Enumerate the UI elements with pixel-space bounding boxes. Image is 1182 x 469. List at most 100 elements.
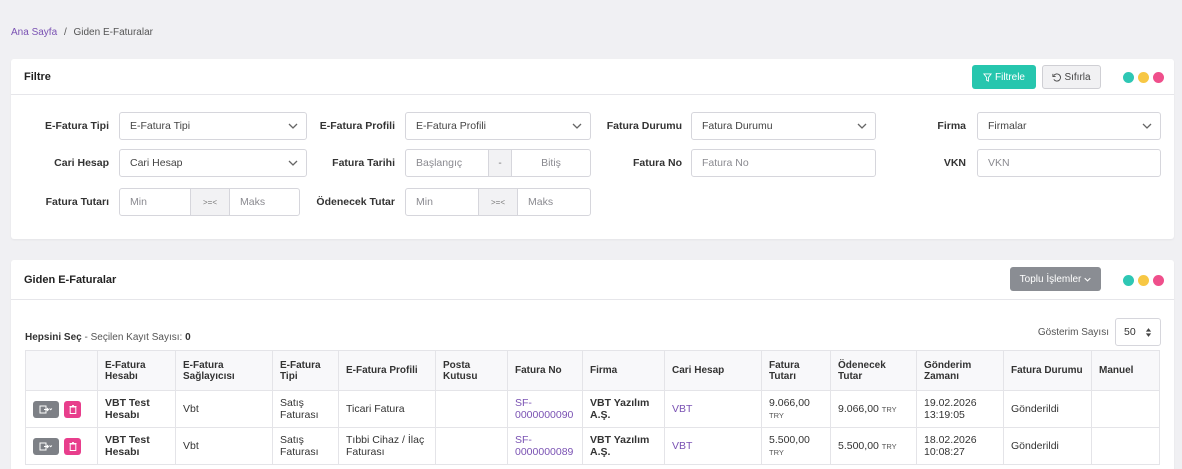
select-all-bar: Hepsini Seç - Seçilen Kayıt Sayısı: 0 — [25, 332, 191, 343]
breadcrumb: Ana Sayfa / Giden E-Faturalar — [11, 27, 153, 38]
currency: TRY — [769, 448, 784, 457]
cari-hesap-label: Cari Hesap — [54, 157, 109, 169]
fatura-tarihi-range: Başlangıç - Bitiş — [405, 149, 591, 177]
odenecek-tutar-label: Ödenecek Tutar — [316, 196, 395, 208]
cell-company: VBT Yazılım A.Ş. — [582, 427, 665, 465]
cell-manual — [1091, 390, 1160, 428]
breadcrumb-separator: / — [63, 27, 67, 38]
cell-invoice-no[interactable]: SF-0000000090 — [507, 390, 583, 428]
export-button[interactable] — [33, 400, 59, 418]
invoice-list-header: Giden E-Faturalar Toplu İşlemler — [11, 260, 1174, 300]
invoice-list-title: Giden E-Faturalar — [24, 273, 117, 286]
chevron-down-icon — [1142, 123, 1152, 129]
breadcrumb-current: Giden E-Faturalar — [73, 27, 153, 38]
odenecek-tutar-max-input[interactable]: Maks — [518, 189, 590, 215]
delete-button[interactable] — [64, 437, 81, 455]
column-header[interactable]: Gönderim Zamanı — [916, 350, 1004, 391]
payable-value: 5.500,00 — [838, 440, 879, 452]
chevron-down-icon — [1084, 277, 1092, 282]
cell-invoice-no[interactable]: SF-0000000089 — [507, 427, 583, 465]
cell-provider: Vbt — [175, 390, 273, 428]
odenecek-tutar-separator: >=< — [478, 189, 518, 215]
filter-card-header: Filtre Filtrele Sıfırla — [11, 59, 1174, 95]
chevron-down-icon — [288, 123, 298, 129]
fatura-no-input[interactable]: Fatura No — [691, 149, 876, 177]
firma-select[interactable]: Firmalar — [977, 112, 1161, 140]
fatura-tarihi-end-input[interactable]: Bitiş — [512, 150, 590, 176]
column-header[interactable]: E-Fatura Tipi — [272, 350, 339, 391]
window-controls — [1123, 72, 1164, 83]
table-row[interactable]: VBT Test Hesabı Vbt Satış Faturası Tıbbi… — [25, 427, 1160, 465]
column-header[interactable]: Manuel — [1091, 350, 1160, 391]
delete-button[interactable] — [64, 400, 81, 418]
cari-hesap-select[interactable]: Cari Hesap — [119, 149, 307, 177]
column-header[interactable]: E-Fatura Sağlayıcısı — [175, 350, 273, 391]
reset-button[interactable]: Sıfırla — [1042, 65, 1101, 89]
column-header[interactable]: Posta Kutusu — [435, 350, 508, 391]
odenecek-tutar-min-input[interactable]: Min — [406, 189, 478, 215]
cell-amount: 5.500,00 TRY — [761, 427, 831, 465]
bulk-actions-button[interactable]: Toplu İşlemler — [1010, 267, 1101, 291]
cell-payable: 9.066,00 TRY — [830, 390, 917, 428]
pink-dot[interactable] — [1153, 72, 1164, 83]
reset-icon — [1052, 73, 1062, 81]
display-count-value: 50 — [1124, 326, 1136, 338]
column-header[interactable]: E-Fatura Profili — [338, 350, 436, 391]
filter-card-title: Filtre — [24, 70, 51, 83]
cell-account-link[interactable]: VBT — [664, 427, 762, 465]
column-header[interactable]: E-Fatura Hesabı — [97, 350, 176, 391]
filter-icon — [982, 72, 992, 82]
teal-dot[interactable] — [1123, 275, 1134, 286]
chevron-down-icon — [857, 123, 867, 129]
export-button[interactable] — [33, 437, 59, 455]
cell-profile: Tıbbi Cihaz / İlaç Faturası — [338, 427, 436, 465]
fatura-no-label: Fatura No — [632, 157, 682, 169]
fatura-durumu-value: Fatura Durumu — [702, 120, 773, 132]
cell-status: Gönderildi — [1003, 427, 1092, 465]
fatura-tutari-max-input[interactable]: Maks — [230, 189, 299, 215]
row-actions — [25, 390, 98, 428]
column-header[interactable]: Fatura Durumu — [1003, 350, 1092, 391]
teal-dot[interactable] — [1123, 72, 1134, 83]
fatura-tarihi-start-input[interactable]: Başlangıç — [406, 150, 488, 176]
fatura-tutari-min-input[interactable]: Min — [120, 189, 190, 215]
cell-amount: 9.066,00 TRY — [761, 390, 831, 428]
efatura-profili-select[interactable]: E-Fatura Profili — [405, 112, 591, 140]
vkn-input[interactable]: VKN — [977, 149, 1161, 177]
column-header[interactable]: Fatura Tutarı — [761, 350, 831, 391]
cell-account-link[interactable]: VBT — [664, 390, 762, 428]
cell-mailbox — [435, 390, 508, 428]
cell-mailbox — [435, 427, 508, 465]
column-header[interactable]: Ödenecek Tutar — [830, 350, 917, 391]
table-row[interactable]: VBT Test Hesabı Vbt Satış Faturası Ticar… — [25, 390, 1160, 428]
fatura-durumu-select[interactable]: Fatura Durumu — [691, 112, 876, 140]
cell-status: Gönderildi — [1003, 390, 1092, 428]
efatura-tipi-select[interactable]: E-Fatura Tipi — [119, 112, 307, 140]
filter-card: Filtre Filtrele Sıfırla E-Fatura Tipi E-… — [11, 59, 1174, 239]
yellow-dot[interactable] — [1138, 275, 1149, 286]
amount-value: 5.500,00 — [769, 434, 810, 446]
cell-manual — [1091, 427, 1160, 465]
yellow-dot[interactable] — [1138, 72, 1149, 83]
cell-sent-time: 19.02.2026 13:19:05 — [916, 390, 1004, 428]
display-count-select[interactable]: 50 — [1115, 318, 1161, 346]
cell-type: Satış Faturası — [272, 427, 339, 465]
filter-button[interactable]: Filtrele — [972, 65, 1036, 89]
export-icon — [39, 405, 53, 413]
currency: TRY — [769, 411, 784, 420]
breadcrumb-home-link[interactable]: Ana Sayfa — [11, 27, 57, 38]
delete-icon — [69, 441, 76, 451]
column-header[interactable]: Fatura No — [507, 350, 583, 391]
fatura-tarihi-label: Fatura Tarihi — [332, 157, 395, 169]
select-all-link[interactable]: Hepsini Seç — [25, 332, 82, 343]
invoice-list-card: Giden E-Faturalar Toplu İşlemler Hepsini… — [11, 260, 1174, 469]
payable-value: 9.066,00 — [838, 403, 879, 415]
column-header[interactable]: Firma — [582, 350, 665, 391]
column-header[interactable]: Cari Hesap — [664, 350, 762, 391]
cell-type: Satış Faturası — [272, 390, 339, 428]
row-actions — [25, 427, 98, 465]
cell-sent-time: 18.02.2026 10:08:27 — [916, 427, 1004, 465]
display-count: Gösterim Sayısı 50 — [1038, 318, 1161, 346]
pink-dot[interactable] — [1153, 275, 1164, 286]
cell-company: VBT Yazılım A.Ş. — [582, 390, 665, 428]
